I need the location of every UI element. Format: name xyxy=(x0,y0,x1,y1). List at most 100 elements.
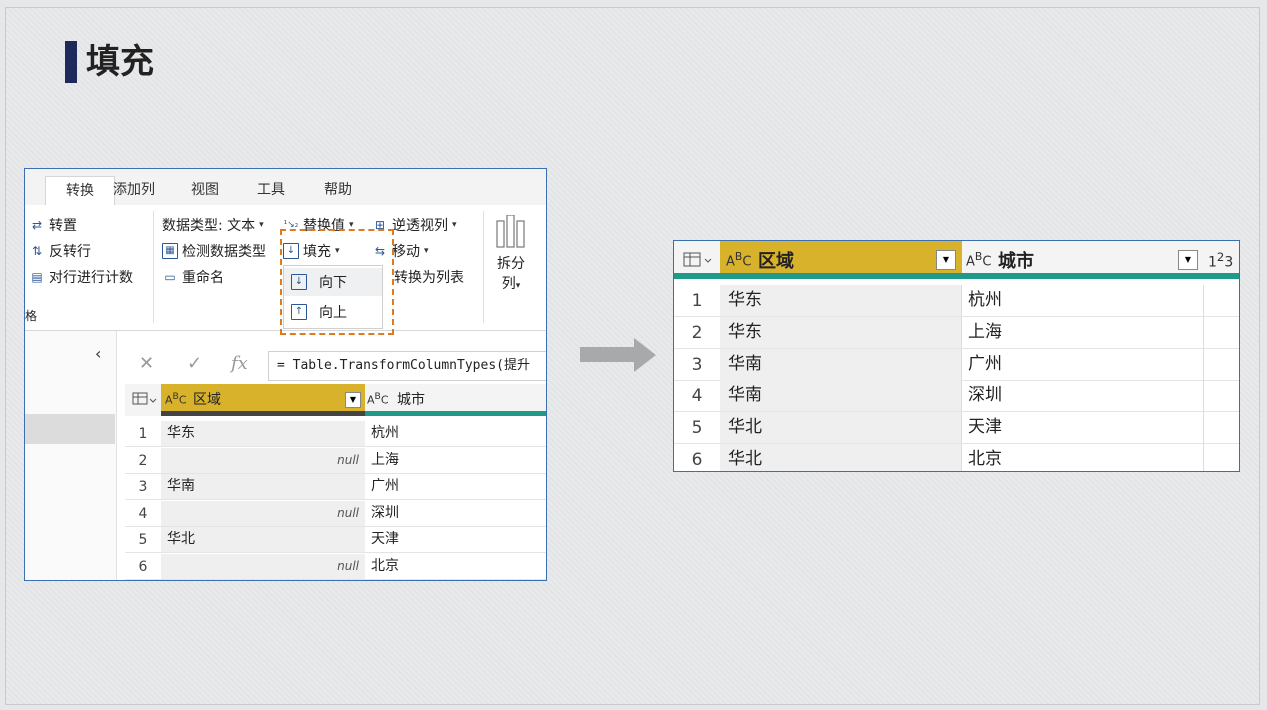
table-row: 6 null 北京 xyxy=(125,553,546,580)
convert-to-list-button[interactable]: 转换为列表 xyxy=(394,267,464,287)
detect-type-icon: ▦ xyxy=(162,243,178,259)
row-number: 1 xyxy=(691,291,703,311)
chevron-down-icon: ▾ xyxy=(349,220,354,230)
row-number: 3 xyxy=(138,479,148,495)
null-value: null xyxy=(337,452,359,467)
column-filter-button[interactable]: ▼ xyxy=(1178,250,1198,270)
collapse-chevron-icon[interactable]: ‹ xyxy=(95,344,101,363)
city-cell[interactable]: 天津 xyxy=(962,412,1204,444)
city-cell[interactable]: 上海 xyxy=(365,448,546,473)
detect-type-button[interactable]: ▦ 检测数据类型 xyxy=(162,241,266,261)
arrow-right-icon xyxy=(580,338,656,372)
result-data-table: ABC 区域 ▼ ABC 城市 ▼ 123 1 华东 杭州 2 华东 上海 3 华南 广州 4 华南… xyxy=(673,240,1240,472)
data-type-dropdown[interactable]: 数据类型: 文本 ▾ xyxy=(162,215,264,235)
table-row: 2 华东 上海 xyxy=(674,316,1239,349)
split-column-button[interactable]: 拆分 列▾ xyxy=(491,214,531,293)
cancel-icon[interactable]: ✕ xyxy=(139,353,154,374)
tab-transform[interactable]: 转换 xyxy=(45,176,115,206)
fill-up-item[interactable]: ↑ 向上 xyxy=(284,298,382,326)
queries-pane xyxy=(25,331,117,580)
tab-tools[interactable]: 工具 xyxy=(251,176,291,206)
region-cell[interactable]: 华南 xyxy=(720,380,962,412)
ribbon-separator xyxy=(483,211,484,323)
query-selected-item[interactable] xyxy=(25,414,115,444)
region-cell[interactable]: null xyxy=(161,553,365,579)
row-number: 2 xyxy=(138,452,148,469)
transpose-button[interactable]: ⇄ 转置 xyxy=(29,215,77,235)
region-cell[interactable]: 华南 xyxy=(720,348,962,380)
column-header-city[interactable]: ABC 城市 xyxy=(365,384,546,416)
city-cell[interactable]: 杭州 xyxy=(365,421,546,446)
region-cell[interactable]: null xyxy=(161,447,365,473)
region-cell[interactable]: 华北 xyxy=(720,412,962,444)
region-value: 华东 xyxy=(167,425,195,441)
city-cell[interactable]: 深圳 xyxy=(962,380,1204,412)
fx-icon[interactable]: fx xyxy=(231,353,248,374)
row-number: 6 xyxy=(138,558,148,575)
table-menu-button[interactable] xyxy=(674,241,720,279)
region-cell[interactable]: 华北 xyxy=(720,444,962,471)
column-header-city[interactable]: ABC 城市 ▼ xyxy=(962,241,1204,279)
count-rows-button[interactable]: ▤ 对行进行计数 xyxy=(29,267,133,287)
city-cell[interactable]: 天津 xyxy=(365,527,546,552)
chevron-down-icon: ▾ xyxy=(452,220,457,230)
split-column-label-2: 列▾ xyxy=(501,276,521,292)
ribbon-tabs: 转换 添加列 视图 工具 帮助 xyxy=(25,169,546,206)
fill-dropdown[interactable]: ↓ 填充 ▾ xyxy=(283,241,340,261)
column-filter-button[interactable]: ▼ xyxy=(936,250,956,270)
text-type-icon: ABC xyxy=(165,391,187,407)
region-cell[interactable]: 华东 xyxy=(720,316,962,348)
city-cell[interactable]: 深圳 xyxy=(365,501,546,526)
region-cell[interactable]: 华东 xyxy=(161,421,365,446)
unpivot-label: 逆透视列 xyxy=(392,218,448,234)
replace-values-dropdown[interactable]: ¹↘₂ 替换值 ▾ xyxy=(283,215,354,235)
city-cell[interactable]: 广州 xyxy=(365,474,546,499)
chevron-down-icon: ▾ xyxy=(424,246,429,256)
table-icon xyxy=(683,252,712,267)
column-header-label: 区域 xyxy=(758,251,794,272)
data-type-label: 数据类型: 文本 xyxy=(162,218,256,234)
column-header-number[interactable]: 123 xyxy=(1204,241,1239,279)
slide-title: 填充 xyxy=(86,42,154,82)
chevron-down-icon: ▾ xyxy=(259,220,264,230)
city-cell[interactable]: 上海 xyxy=(962,316,1204,348)
reverse-rows-button[interactable]: ⇅ 反转行 xyxy=(29,241,91,261)
city-cell[interactable]: 广州 xyxy=(962,348,1204,380)
region-value: 华南 xyxy=(167,478,195,494)
column-header-region[interactable]: ABC 区域 ▼ xyxy=(161,384,365,416)
row-number: 1 xyxy=(138,426,148,442)
tab-add-column[interactable]: 添加列 xyxy=(109,176,159,206)
formula-bar: ✕ ✓ fx = Table.TransformColumnTypes(提升 xyxy=(125,347,546,381)
region-cell[interactable]: 华北 xyxy=(161,527,365,552)
city-cell[interactable]: 杭州 xyxy=(962,285,1204,316)
move-dropdown[interactable]: ⇆ 移动 ▾ xyxy=(372,241,429,261)
unpivot-dropdown[interactable]: ⊞ 逆透视列 ▾ xyxy=(372,215,457,235)
column-filter-button[interactable]: ▼ xyxy=(345,392,361,408)
column-header-region[interactable]: ABC 区域 ▼ xyxy=(720,241,962,279)
city-cell[interactable]: 北京 xyxy=(962,444,1204,471)
table-row: 2 null 上海 xyxy=(125,447,546,474)
split-column-label: 拆分 xyxy=(497,256,525,272)
city-cell[interactable]: 北京 xyxy=(365,554,546,579)
row-number: 5 xyxy=(138,532,148,548)
region-cell[interactable]: null xyxy=(161,500,365,526)
tab-help[interactable]: 帮助 xyxy=(318,176,358,206)
region-cell[interactable]: 华东 xyxy=(720,285,962,316)
region-cell[interactable]: 华南 xyxy=(161,474,365,499)
table-menu-button[interactable] xyxy=(125,384,161,416)
confirm-icon[interactable]: ✓ xyxy=(187,353,202,374)
fill-down-item[interactable]: ↓ 向下 xyxy=(284,268,382,296)
table-row: 1 华东 杭州 xyxy=(674,285,1239,317)
count-rows-icon: ▤ xyxy=(31,270,43,284)
rename-button[interactable]: ▭ 重命名 xyxy=(162,267,224,287)
fill-down-icon: ↓ xyxy=(283,243,299,259)
move-label: 移动 xyxy=(392,244,420,260)
column-header-label: 城市 xyxy=(998,251,1034,272)
split-column-icon xyxy=(496,214,525,248)
detect-type-label: 检测数据类型 xyxy=(182,244,266,260)
row-number: 4 xyxy=(691,386,703,407)
count-rows-label: 对行进行计数 xyxy=(49,270,133,286)
table-row: 3 华南 广州 xyxy=(125,474,546,500)
tab-view[interactable]: 视图 xyxy=(185,176,225,206)
formula-input[interactable]: = Table.TransformColumnTypes(提升 xyxy=(268,351,546,381)
